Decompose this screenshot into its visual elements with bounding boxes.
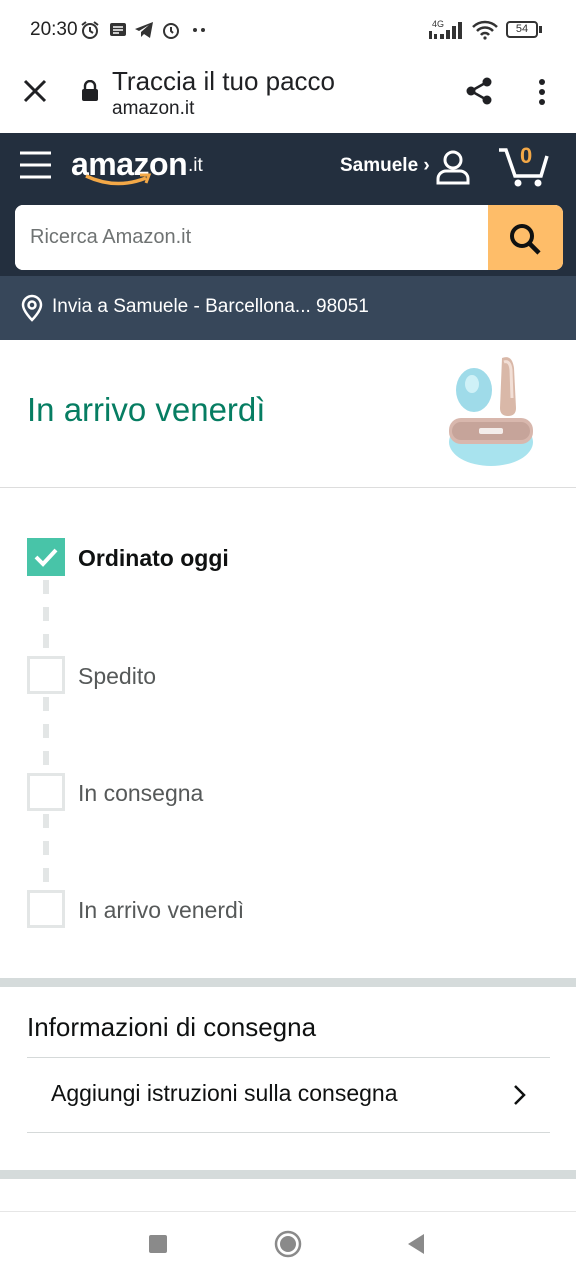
add-delivery-instructions-label: Aggiungi istruzioni sulla consegna bbox=[51, 1080, 398, 1106]
section-divider bbox=[0, 978, 576, 987]
recent-apps-button[interactable] bbox=[149, 1235, 167, 1253]
back-button[interactable] bbox=[406, 1233, 426, 1255]
telegram-icon bbox=[135, 22, 153, 38]
page-url[interactable]: amazon.it bbox=[112, 98, 194, 120]
step-connector bbox=[43, 580, 49, 656]
lock-icon bbox=[82, 80, 98, 101]
page-title: Traccia il tuo pacco bbox=[112, 66, 336, 96]
battery-icon: 54 bbox=[506, 21, 538, 38]
delivery-location-text[interactable]: Invia a Samuele - Barcellona... 98051 bbox=[52, 296, 369, 318]
wifi-icon bbox=[472, 20, 498, 40]
battery-tip bbox=[539, 26, 542, 33]
home-button[interactable] bbox=[274, 1230, 302, 1258]
search-input[interactable] bbox=[15, 205, 488, 270]
step-checkbox-arriving bbox=[27, 890, 65, 928]
step-label-out-for-delivery: In consegna bbox=[78, 780, 204, 806]
step-checkbox-shipped bbox=[27, 656, 65, 694]
share-icon[interactable] bbox=[464, 76, 494, 106]
checkmark-icon bbox=[34, 548, 58, 567]
product-image[interactable] bbox=[444, 350, 538, 470]
amazon-logo-tld: .it bbox=[188, 155, 203, 176]
status-time: 20:30 bbox=[30, 19, 78, 40]
search-button[interactable] bbox=[488, 205, 563, 270]
section-divider bbox=[0, 1170, 576, 1179]
step-label-ordered: Ordinato oggi bbox=[78, 545, 229, 571]
step-label-shipped: Spedito bbox=[78, 663, 157, 689]
chevron-right-icon bbox=[514, 1085, 526, 1105]
step-checkbox-ordered bbox=[27, 538, 65, 576]
account-icon[interactable] bbox=[435, 149, 471, 185]
search-bar bbox=[15, 205, 563, 270]
cart-count: 0 bbox=[520, 143, 533, 168]
step-checkbox-out-for-delivery bbox=[27, 773, 65, 811]
search-icon bbox=[510, 224, 541, 255]
account-link[interactable]: Samuele › bbox=[340, 155, 430, 177]
alarm-icon bbox=[163, 23, 179, 39]
alarm-clock-icon bbox=[81, 21, 99, 39]
step-label-arriving: In arrivo venerdì bbox=[78, 897, 245, 923]
location-pin-icon bbox=[21, 294, 43, 322]
message-icon bbox=[110, 23, 126, 36]
add-delivery-instructions-row[interactable]: Aggiungi istruzioni sulla consegna bbox=[27, 1057, 550, 1133]
delivery-info-heading: Informazioni di consegna bbox=[27, 1012, 317, 1042]
amazon-smile-icon bbox=[85, 173, 152, 186]
arrival-title: In arrivo venerdì bbox=[27, 391, 266, 428]
step-connector bbox=[43, 697, 49, 773]
more-dots-icon bbox=[193, 28, 205, 32]
step-connector bbox=[43, 814, 49, 890]
hamburger-menu-icon[interactable] bbox=[20, 151, 51, 179]
overflow-menu-icon[interactable] bbox=[532, 78, 552, 106]
close-icon[interactable] bbox=[22, 78, 48, 104]
signal-icon bbox=[429, 22, 462, 39]
